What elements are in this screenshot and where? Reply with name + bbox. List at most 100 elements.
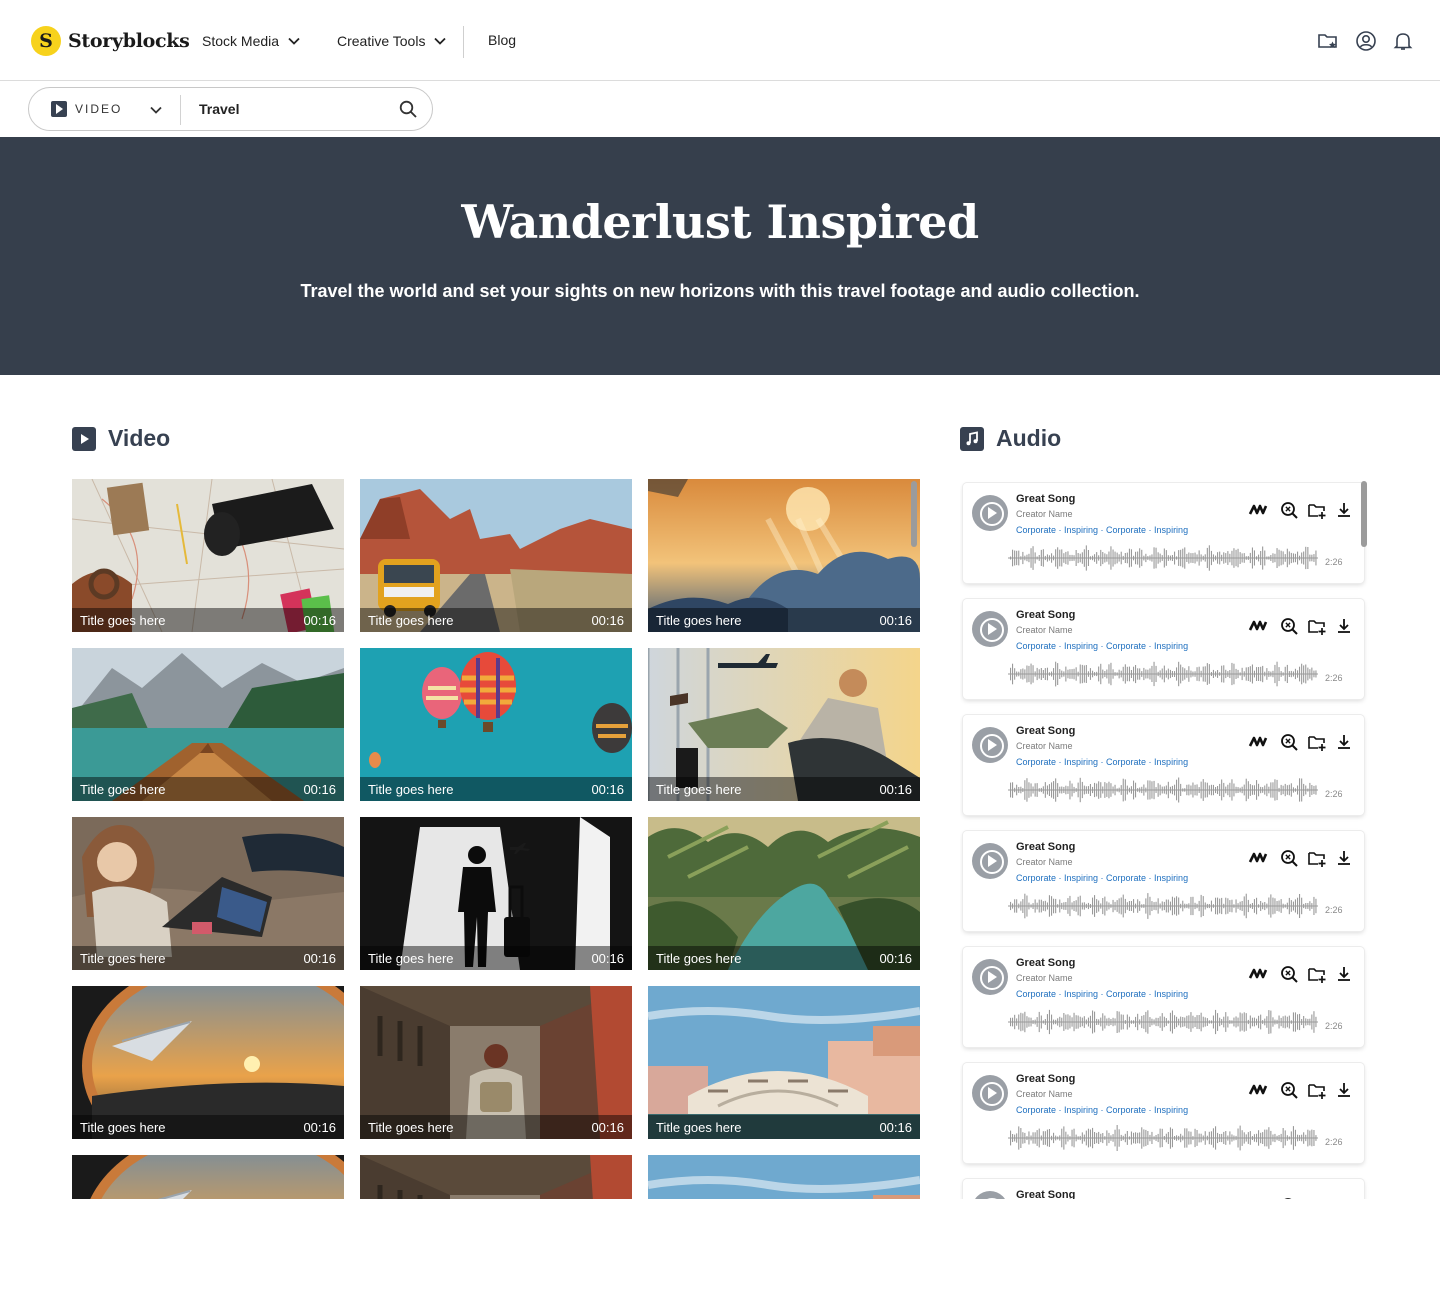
similar-waveform-icon[interactable] [1248, 848, 1268, 868]
video-scrollbar[interactable] [911, 481, 917, 547]
track-title[interactable]: Great Song [1016, 1189, 1075, 1199]
nav-creative-tools-label: Creative Tools [337, 33, 426, 49]
video-card[interactable]: Title goes here 00:16 [648, 648, 920, 801]
logo-wordmark: Storyblocks [68, 30, 190, 52]
search-icon[interactable] [398, 99, 418, 119]
track-duration: 2:26 [1325, 1137, 1343, 1147]
video-thumbnail [648, 1155, 920, 1199]
audio-section-title: Audio [996, 425, 1062, 451]
download-icon[interactable] [1334, 964, 1354, 984]
audio-scrollbar[interactable] [1361, 481, 1367, 547]
search-input[interactable]: Travel [199, 101, 239, 117]
video-title: Title goes here [656, 1120, 742, 1135]
download-icon[interactable] [1334, 848, 1354, 868]
video-duration: 00:16 [879, 951, 912, 966]
video-card[interactable]: Title goes here 00:16 [360, 479, 632, 632]
video-card[interactable] [72, 1155, 344, 1199]
similar-waveform-icon[interactable] [1248, 1196, 1268, 1199]
play-button[interactable] [972, 1191, 1008, 1199]
search-bar: VIDEO Travel [28, 87, 433, 131]
nav-stock-media[interactable]: Stock Media [202, 33, 301, 49]
download-icon[interactable] [1334, 732, 1354, 752]
media-type-select[interactable]: VIDEO [51, 101, 122, 117]
track-creator[interactable]: Creator Name [1016, 625, 1073, 635]
add-to-folder-icon[interactable] [1307, 1196, 1327, 1199]
track-creator[interactable]: Creator Name [1016, 509, 1073, 519]
add-to-folder-icon[interactable] [1307, 964, 1327, 984]
play-button[interactable] [972, 727, 1008, 763]
similar-waveform-icon[interactable] [1248, 616, 1268, 636]
track-creator[interactable]: Creator Name [1016, 1089, 1073, 1099]
track-title[interactable]: Great Song [1016, 493, 1075, 505]
find-similar-icon[interactable] [1279, 616, 1299, 636]
waveform[interactable] [1008, 776, 1318, 804]
video-card[interactable]: Title goes here 00:16 [72, 479, 344, 632]
waveform[interactable] [1008, 1008, 1318, 1036]
track-tags[interactable]: Corporate · Inspiring · Corporate · Insp… [1016, 989, 1188, 999]
track-creator[interactable]: Creator Name [1016, 741, 1073, 751]
video-section-heading: Video [72, 425, 170, 452]
add-to-folder-icon[interactable] [1307, 1080, 1327, 1100]
video-card[interactable] [648, 1155, 920, 1199]
audio-track-card: Great Song Creator Name Corporate · Inspir… [963, 1063, 1364, 1163]
account-icon[interactable] [1355, 30, 1377, 52]
nav-blog[interactable]: Blog [488, 32, 516, 48]
video-card[interactable]: Title goes here 00:16 [648, 479, 920, 632]
track-tags[interactable]: Corporate · Inspiring · Corporate · Insp… [1016, 641, 1188, 651]
track-tags[interactable]: Corporate · Inspiring · Corporate · Insp… [1016, 873, 1188, 883]
video-card[interactable]: Title goes here 00:16 [72, 648, 344, 801]
video-duration: 00:16 [879, 613, 912, 628]
bell-icon[interactable] [1392, 30, 1414, 52]
track-title[interactable]: Great Song [1016, 1073, 1075, 1085]
waveform[interactable] [1008, 660, 1318, 688]
find-similar-icon[interactable] [1279, 500, 1299, 520]
similar-waveform-icon[interactable] [1248, 732, 1268, 752]
video-card[interactable] [360, 1155, 632, 1199]
video-card[interactable]: Title goes here 00:16 [72, 817, 344, 970]
chevron-down-icon[interactable] [148, 102, 164, 118]
find-similar-icon[interactable] [1279, 1080, 1299, 1100]
nav-creative-tools[interactable]: Creative Tools [337, 33, 447, 49]
download-icon[interactable] [1334, 500, 1354, 520]
video-section-title: Video [108, 425, 171, 451]
play-button[interactable] [972, 611, 1008, 647]
add-to-folder-icon[interactable] [1307, 616, 1327, 636]
play-button[interactable] [972, 959, 1008, 995]
video-card[interactable]: Title goes here 00:16 [360, 648, 632, 801]
add-to-folder-icon[interactable] [1307, 732, 1327, 752]
play-button[interactable] [972, 1075, 1008, 1111]
waveform[interactable] [1008, 892, 1318, 920]
waveform[interactable] [1008, 1124, 1318, 1152]
track-creator[interactable]: Creator Name [1016, 857, 1073, 867]
play-button[interactable] [972, 843, 1008, 879]
play-button[interactable] [972, 495, 1008, 531]
video-card[interactable]: Title goes here 00:16 [648, 817, 920, 970]
similar-waveform-icon[interactable] [1248, 500, 1268, 520]
download-icon[interactable] [1334, 1080, 1354, 1100]
track-title[interactable]: Great Song [1016, 841, 1075, 853]
find-similar-icon[interactable] [1279, 732, 1299, 752]
folder-star-icon[interactable] [1317, 30, 1339, 52]
track-tags[interactable]: Corporate · Inspiring · Corporate · Insp… [1016, 757, 1188, 767]
waveform[interactable] [1008, 544, 1318, 572]
add-to-folder-icon[interactable] [1307, 848, 1327, 868]
track-title[interactable]: Great Song [1016, 957, 1075, 969]
download-icon[interactable] [1334, 1196, 1354, 1199]
download-icon[interactable] [1334, 616, 1354, 636]
video-card[interactable]: Title goes here 00:16 [648, 986, 920, 1139]
storyblocks-logo[interactable]: S Storyblocks [31, 26, 190, 56]
track-tags[interactable]: Corporate · Inspiring · Corporate · Insp… [1016, 525, 1188, 535]
find-similar-icon[interactable] [1279, 964, 1299, 984]
add-to-folder-icon[interactable] [1307, 500, 1327, 520]
video-card[interactable]: Title goes here 00:16 [360, 817, 632, 970]
find-similar-icon[interactable] [1279, 1196, 1299, 1199]
track-creator[interactable]: Creator Name [1016, 973, 1073, 983]
find-similar-icon[interactable] [1279, 848, 1299, 868]
similar-waveform-icon[interactable] [1248, 964, 1268, 984]
video-card[interactable]: Title goes here 00:16 [360, 986, 632, 1139]
track-tags[interactable]: Corporate · Inspiring · Corporate · Insp… [1016, 1105, 1188, 1115]
track-title[interactable]: Great Song [1016, 609, 1075, 621]
video-card[interactable]: Title goes here 00:16 [72, 986, 344, 1139]
similar-waveform-icon[interactable] [1248, 1080, 1268, 1100]
track-title[interactable]: Great Song [1016, 725, 1075, 737]
